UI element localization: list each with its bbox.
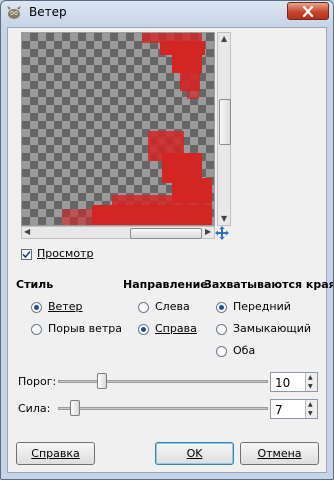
strength-value[interactable]: 7 bbox=[275, 403, 283, 417]
navigate-icon[interactable] bbox=[215, 226, 229, 240]
cancel-button-label: Отмена bbox=[257, 447, 302, 460]
spin-up-icon[interactable]: ▲ bbox=[308, 401, 313, 408]
ok-button-label: OK bbox=[186, 447, 203, 460]
wind-stroke bbox=[180, 71, 200, 91]
strength-label: Сила: bbox=[18, 402, 51, 415]
close-button[interactable] bbox=[287, 2, 329, 20]
strength-spinbox[interactable]: 7 ▲ ▼ bbox=[270, 399, 318, 419]
radio-left[interactable] bbox=[138, 302, 149, 313]
threshold-slider-thumb[interactable] bbox=[97, 373, 107, 389]
radio-trailing-label[interactable]: Замыкающий bbox=[233, 322, 311, 335]
window-title: Ветер bbox=[29, 5, 67, 19]
ok-button[interactable]: OK bbox=[155, 442, 234, 465]
gimp-icon bbox=[6, 4, 22, 20]
spin-up-icon[interactable]: ▲ bbox=[308, 374, 313, 381]
radio-wind-label[interactable]: Ветер bbox=[48, 300, 82, 313]
radio-both[interactable] bbox=[216, 346, 227, 357]
strength-slider-track[interactable] bbox=[58, 407, 268, 410]
spin-down-icon[interactable]: ▼ bbox=[308, 383, 313, 390]
strength-spin-buttons[interactable]: ▲ ▼ bbox=[305, 400, 317, 418]
scroll-down-arrow-icon[interactable]: ▼ bbox=[221, 215, 227, 223]
preview-area[interactable] bbox=[21, 32, 215, 226]
radio-blast-label[interactable]: Порыв ветра bbox=[48, 322, 122, 335]
spin-down-icon[interactable]: ▼ bbox=[308, 410, 313, 417]
scroll-right-arrow-icon[interactable]: ▶ bbox=[205, 228, 211, 236]
threshold-spin-buttons[interactable]: ▲ ▼ bbox=[305, 373, 317, 391]
help-button-label: Справка bbox=[31, 447, 80, 460]
scroll-up-arrow-icon[interactable]: ▲ bbox=[221, 35, 227, 43]
checkmark-icon bbox=[22, 250, 31, 259]
wind-stroke bbox=[92, 205, 212, 225]
direction-header: Направление bbox=[123, 278, 208, 291]
wind-stroke bbox=[172, 53, 202, 73]
help-button[interactable]: Справка bbox=[16, 442, 95, 465]
radio-blast[interactable] bbox=[31, 324, 42, 335]
preview-horizontal-scrollbar[interactable]: ◀ ▶ bbox=[21, 226, 215, 239]
dialog-window: Ветер ▲ ▼ ◀ ▶ Просмотр Стиль Направление… bbox=[0, 0, 334, 480]
preview-label[interactable]: Просмотр bbox=[37, 247, 93, 260]
threshold-spinbox[interactable]: 10 ▲ ▼ bbox=[270, 372, 318, 392]
scroll-left-arrow-icon[interactable]: ◀ bbox=[24, 228, 30, 236]
style-header: Стиль bbox=[16, 278, 54, 291]
wind-stroke bbox=[187, 89, 199, 99]
horizontal-scroll-thumb[interactable] bbox=[130, 228, 202, 239]
close-icon bbox=[302, 6, 314, 17]
radio-wind[interactable] bbox=[31, 302, 42, 313]
cancel-button[interactable]: Отмена bbox=[240, 442, 319, 465]
radio-right-label[interactable]: Справа bbox=[155, 322, 197, 335]
strength-slider-thumb[interactable] bbox=[70, 400, 80, 416]
radio-leading-label[interactable]: Передний bbox=[233, 300, 291, 313]
threshold-slider-track[interactable] bbox=[58, 380, 268, 383]
edge-header: Захватываются края bbox=[204, 278, 334, 291]
vertical-scroll-thumb[interactable] bbox=[219, 99, 231, 145]
preview-checkbox[interactable] bbox=[21, 249, 32, 260]
title-bar[interactable]: Ветер bbox=[1, 1, 333, 25]
radio-leading[interactable] bbox=[216, 302, 227, 313]
dialog-content: ▲ ▼ ◀ ▶ Просмотр Стиль Направление Захва… bbox=[7, 27, 333, 473]
radio-left-label[interactable]: Слева bbox=[155, 300, 190, 313]
radio-right[interactable] bbox=[138, 324, 149, 335]
preview-vertical-scrollbar[interactable]: ▲ ▼ bbox=[217, 32, 231, 226]
threshold-value[interactable]: 10 bbox=[275, 376, 290, 390]
radio-trailing[interactable] bbox=[216, 324, 227, 335]
radio-both-label[interactable]: Оба bbox=[233, 344, 255, 357]
threshold-label: Порог: bbox=[18, 375, 57, 388]
